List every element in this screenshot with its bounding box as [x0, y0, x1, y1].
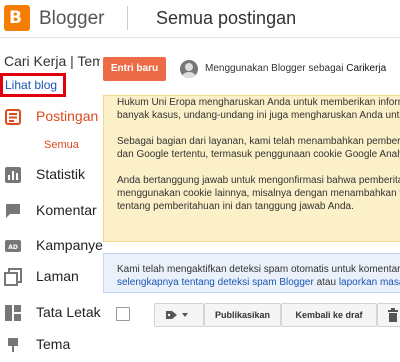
spam-notice-line: Kami telah mengaktifkan deteksi spam oto… [117, 264, 400, 275]
brand-name: Blogger [39, 8, 105, 29]
publish-button[interactable]: Publikasikan [204, 303, 281, 327]
posts-icon [5, 109, 21, 125]
using-as-account: Carikerja [346, 63, 387, 74]
sidebar-item-pages[interactable]: Laman [0, 264, 102, 292]
theme-icon [8, 338, 18, 352]
sidebar-item-campaigns[interactable]: AD Kampanye [0, 233, 103, 261]
stats-icon [5, 167, 21, 183]
avatar[interactable] [180, 60, 198, 78]
delete-button[interactable] [377, 303, 400, 327]
comment-icon [6, 204, 20, 218]
cookie-notice-line: Hukum Uni Eropa mengharuskan Anda untuk … [117, 97, 400, 108]
select-all-checkbox[interactable] [116, 307, 130, 321]
campaign-icon: AD [5, 240, 21, 252]
sidebar-item-stats[interactable]: Statistik [0, 162, 102, 190]
top-header: B Blogger Semua postingan [0, 0, 400, 38]
avatar-head [185, 63, 193, 71]
label-dropdown-button[interactable] [154, 303, 204, 327]
view-blog-highlight: Lihat blog [0, 73, 66, 97]
cookie-notice-line: banyak kasus, undang-undang ini juga men… [117, 110, 400, 121]
sidebar-item-theme[interactable]: Tema [0, 332, 102, 360]
report-problem-link[interactable]: laporkan masalah [339, 277, 400, 288]
sidebar-item-label: Tata Letak [36, 304, 101, 320]
page-title: Semua postingan [156, 8, 297, 28]
sidebar-item-label: Laman [36, 268, 79, 284]
blog-name-selector[interactable]: Cari Kerja | Tempat Info Lowongan [4, 53, 100, 69]
sidebar-item-label: Komentar [36, 202, 97, 218]
avatar-body [182, 72, 196, 78]
blogger-logo-icon[interactable]: B [4, 5, 30, 31]
sidebar-item-label: Tema [36, 336, 71, 352]
cookie-notice-line: Anda bertanggung jawab untuk mengonfirma… [117, 175, 400, 186]
cookie-notice: Hukum Uni Eropa mengharuskan Anda untuk … [103, 95, 400, 242]
sidebar-item-label: Kampanye [36, 237, 103, 253]
pages-icon [4, 268, 22, 286]
cookie-notice-line: menggunakan cookie lainnya, misalnya den… [117, 188, 400, 199]
trash-icon [388, 308, 398, 322]
sidebar-item-layout[interactable]: Tata Letak [0, 300, 102, 328]
sidebar-subitem-all[interactable]: Semua [44, 139, 79, 151]
sidebar-item-comments[interactable]: Komentar [0, 198, 102, 226]
layout-icon [5, 305, 21, 321]
spam-notice-links: selengkapnya tentang deteksi spam Blogge… [117, 276, 400, 289]
new-post-button[interactable]: Entri baru [103, 57, 166, 81]
svg-text:AD: AD [8, 244, 18, 251]
using-as-prefix: Menggunakan Blogger sebagai [205, 63, 347, 74]
sidebar-item-label: Statistik [36, 166, 86, 182]
tag-icon [166, 311, 188, 319]
blogger-dashboard: B Blogger Semua postingan Cari Kerja | T… [0, 0, 400, 362]
cookie-notice-line: Sebagai bagian dari layanan, kami telah … [117, 136, 400, 147]
view-blog-link[interactable]: Lihat blog [5, 78, 57, 92]
revert-to-draft-button[interactable]: Kembali ke draf [281, 303, 377, 327]
cookie-notice-line: dan Google tertentu, termasuk penggunaan… [117, 149, 400, 160]
cookie-notice-line: tentang pemberitahuan ini dan tanggung j… [117, 201, 354, 212]
using-as-text: Menggunakan Blogger sebagai Carikerja [205, 63, 386, 74]
spam-notice-or: atau [313, 277, 339, 288]
spam-notice: Kami telah mengaktifkan deteksi spam oto… [103, 253, 400, 293]
sidebar-item-label: Postingan [36, 108, 99, 124]
spam-detection-link[interactable]: selengkapnya tentang deteksi spam Blogge… [117, 277, 314, 288]
header-divider [127, 6, 128, 30]
sidebar-item-posts[interactable]: Postingan [0, 104, 102, 132]
